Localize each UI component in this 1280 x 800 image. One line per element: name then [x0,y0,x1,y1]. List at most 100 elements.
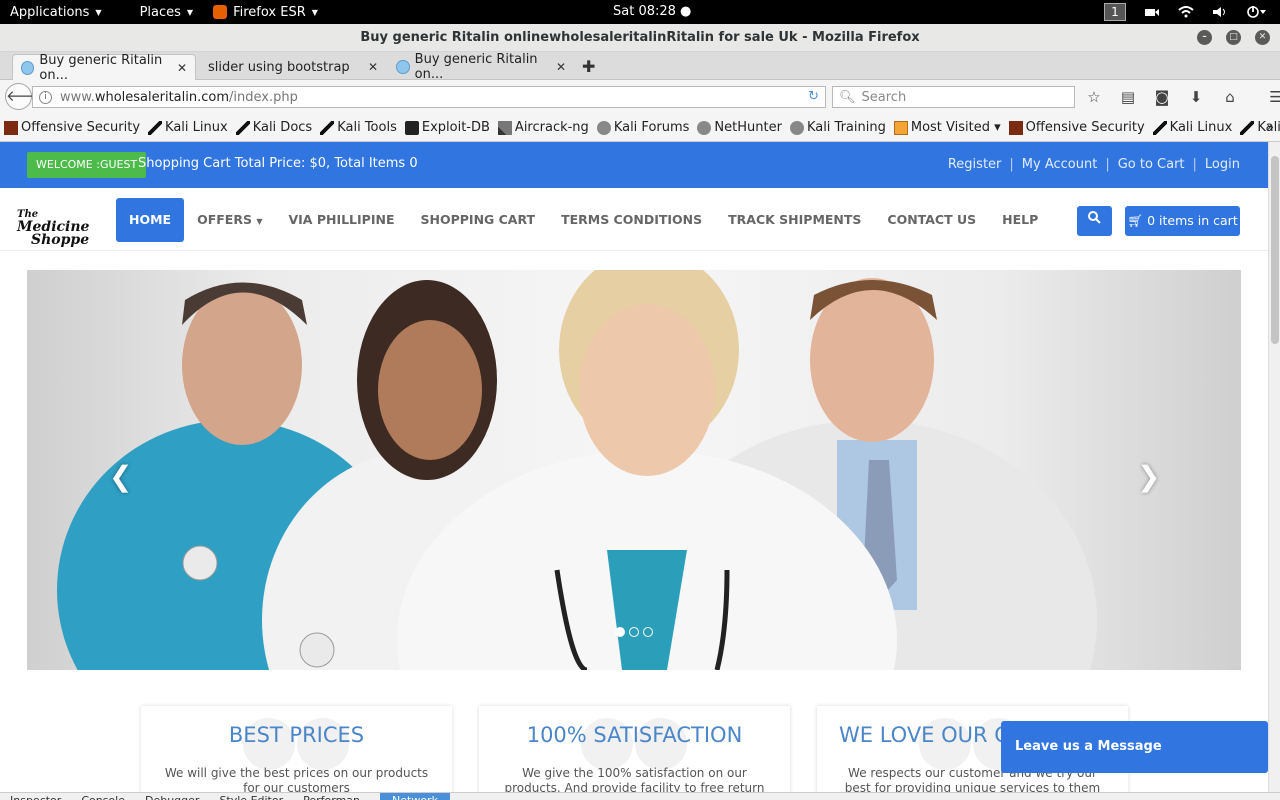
new-tab-button[interactable]: ✚ [582,57,595,76]
bookmark-label: Kali Linux [1169,120,1233,135]
devtools-tab[interactable]: Network [380,793,450,800]
bookmark-kali-icon [235,120,250,135]
search-icon: 🔍︎ [839,89,856,105]
bookmark-label: Aircrack-ng [514,120,589,135]
devtools-tab[interactable]: Debugger [145,793,199,800]
go-to-cart-link[interactable]: Go to Cart [1118,157,1185,172]
devtools-tab[interactable]: Inspector [10,793,61,800]
welcome-badge: WELCOME :GUEST [27,152,147,178]
login-link[interactable]: Login [1205,157,1240,172]
carousel-next-icon[interactable]: ❯ [1137,460,1160,493]
nav-via-phillipine[interactable]: VIA PHILLIPINE [275,198,407,242]
close-window-button[interactable]: ✕ [1255,30,1270,45]
register-link[interactable]: Register [948,157,1002,172]
reading-list-icon[interactable]: ▤ [1119,88,1137,106]
minimize-button[interactable]: – [1197,30,1212,45]
carousel-prev-icon[interactable]: ❮ [109,460,132,493]
nav-contact-us[interactable]: CONTACT US [874,198,989,242]
tab-slider-bootstrap[interactable]: slider using bootstrap ✕ [200,54,386,80]
carousel-dot[interactable] [615,627,625,637]
bookmark-item[interactable]: Offensive Security [1008,120,1145,135]
bookmark-item[interactable]: Exploit-DB [404,120,490,135]
bookmark-forum-icon [789,120,804,135]
devtools-tab[interactable]: Console [81,793,125,800]
url-prefix: www. [60,89,95,105]
nav-shopping-cart[interactable]: SHOPPING CART [408,198,549,242]
hamburger-menu-icon[interactable]: ☰ [1267,88,1280,106]
download-icon[interactable]: ⬇ [1187,88,1205,106]
home-icon[interactable]: ⌂ [1221,88,1239,106]
bookmark-item[interactable]: Kali Docs [235,120,313,135]
feature-box-best-prices: BEST PRICES We will give the best prices… [141,706,452,792]
bookmarks-toolbar: Offensive Security Kali Linux Kali Docs Kal… [0,114,1280,142]
url-bar[interactable]: i www. wholesaleritalin.com/index.php ↻ [32,86,826,108]
bookmark-forum-icon [697,120,712,135]
carousel-dot[interactable] [629,627,639,637]
bookmark-item[interactable]: Kali Forums [596,120,689,135]
site-logo[interactable]: The Medicine Shoppe [17,208,103,247]
tab-ritalin-1[interactable]: Buy generic Ritalin on... ✕ [12,52,196,83]
firefox-app-menu[interactable]: Firefox ESR ▼ [203,0,328,24]
workspace-indicator[interactable]: 1 [1104,3,1126,21]
tab-ritalin-2[interactable]: Buy generic Ritalin on... ✕ [388,52,574,82]
globe-icon [21,60,35,75]
nav-help[interactable]: HELP [989,198,1051,242]
bookmark-item[interactable]: Most Visited ▾ [893,120,1001,135]
applications-label: Applications [10,4,90,20]
nav-home[interactable]: HOME [116,198,185,242]
nav-offers[interactable]: OFFERS ▼ [184,198,275,242]
volume-icon[interactable] [1212,6,1228,18]
power-icon[interactable] [1246,5,1266,19]
close-tab-icon[interactable]: ✕ [177,61,187,75]
search-input[interactable]: 🔍︎ Search [832,86,1075,108]
bookmark-air-icon [497,120,512,135]
info-icon[interactable]: i [39,90,52,104]
bookmark-kali-icon [148,120,163,135]
reload-icon[interactable]: ↻ [808,89,819,104]
devtools-tab[interactable]: Performan [303,793,360,800]
bookmark-item[interactable]: Kali Linux [1152,120,1233,135]
bookmark-item[interactable]: Offensive Security [4,120,140,135]
tab-label: Buy generic Ritalin on... [39,52,163,83]
cart-button[interactable]: 🛒︎ 0 items in cart [1125,206,1240,236]
nav-track-shipments[interactable]: TRACK SHIPMENTS [715,198,874,242]
nav-terms-conditions[interactable]: TERMS CONDITIONS [548,198,715,242]
bookmark-item[interactable]: Kali Tools [320,120,397,135]
clock[interactable]: Sat 08:28 ● [613,0,691,24]
devtools-tab[interactable]: Style Editor [219,793,283,800]
hero-carousel[interactable]: ❮ ❯ [27,270,1241,670]
close-tab-icon[interactable]: ✕ [368,60,378,74]
caret-down-icon: ▼ [256,217,263,226]
bookmark-label: Kali Tools [337,120,397,135]
maximize-button[interactable]: □ [1226,30,1241,45]
bookmark-forum-icon [596,120,611,135]
video-camera-icon[interactable] [1144,6,1160,18]
gnome-top-bar: Applications ▼ Places ▼ Firefox ESR ▼ Sa… [0,0,1280,24]
places-menu[interactable]: Places ▼ [130,0,204,24]
bookmark-item[interactable]: Aircrack-ng [497,120,589,135]
bookmark-label: Most Visited ▾ [910,120,1001,135]
bookmark-kali-icon [1240,120,1255,135]
carousel-dot[interactable] [643,627,653,637]
wifi-icon[interactable] [1178,6,1194,18]
scrollbar-thumb[interactable] [1271,156,1279,344]
bookmark-os-icon [4,120,18,135]
bookmark-label: Kali Docs [252,120,313,135]
back-button[interactable]: 🡐 [5,83,46,110]
pocket-icon[interactable]: ◙ [1153,88,1171,106]
bookmark-item[interactable]: NetHunter [697,120,782,135]
url-host: wholesaleritalin.com [94,89,230,105]
bookmark-star-icon[interactable]: ☆ [1085,88,1103,106]
bookmark-item[interactable]: Kali Docs [1240,120,1280,135]
applications-menu[interactable]: Applications ▼ [0,0,112,24]
nav-offers-label: OFFERS [197,212,252,227]
bookmark-label: Kali Training [806,120,886,135]
bookmark-item[interactable]: Kali Training [789,120,886,135]
my-account-link[interactable]: My Account [1022,157,1098,172]
page-scrollbar[interactable] [1268,142,1280,792]
bookmark-item[interactable]: Kali Linux [148,120,228,135]
leave-message-chat-button[interactable]: Leave us a Message [1001,721,1268,773]
close-tab-icon[interactable]: ✕ [556,60,566,74]
site-search-button[interactable] [1077,206,1112,236]
bookmarks-overflow-icon[interactable]: » [1267,120,1274,134]
